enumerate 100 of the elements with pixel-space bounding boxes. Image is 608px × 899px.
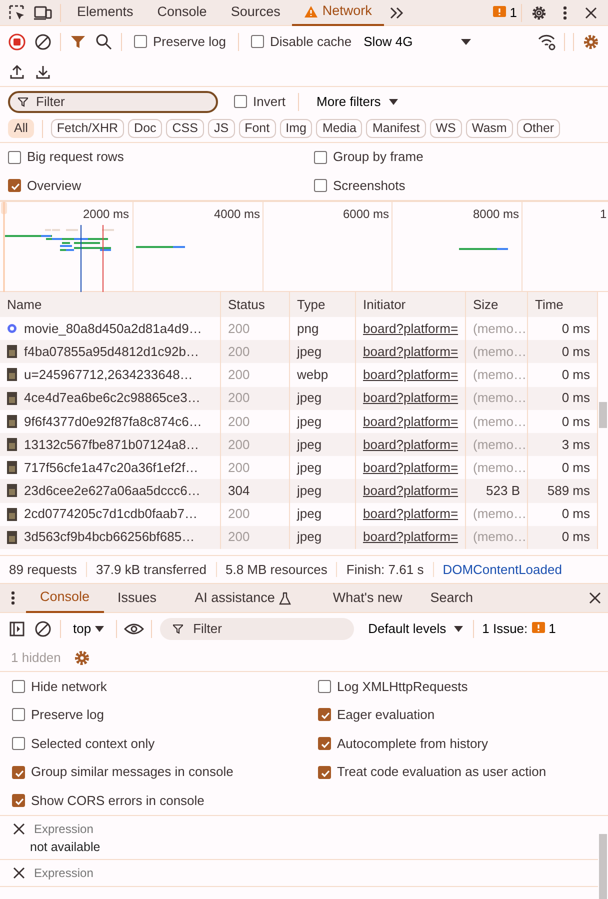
- type-filter[interactable]: All: [8, 119, 34, 138]
- drawer-tab[interactable]: Console: [26, 584, 104, 612]
- checkbox[interactable]: [314, 150, 327, 164]
- checkbox[interactable]: [250, 35, 264, 48]
- image-thumbnail-icon: [7, 508, 17, 521]
- column-header[interactable]: Time: [528, 292, 598, 317]
- dom-content-loaded-text: DOMContentLoaded: [442, 562, 563, 578]
- drawer-tab[interactable]: AI assistance: [170, 584, 319, 612]
- request-name[interactable]: 717f56cfe1a47c20a36f1ef2f…: [24, 460, 198, 476]
- initiator-link[interactable]: board?platform=: [363, 320, 458, 336]
- checkbox[interactable]: [318, 736, 331, 750]
- table-cell: (memo…: [466, 526, 528, 549]
- type-filter[interactable]: CSS: [166, 119, 204, 138]
- panel-tab[interactable]: Console: [145, 0, 219, 26]
- issue-icon: [492, 6, 506, 19]
- checkbox[interactable]: [318, 766, 331, 779]
- initiator-link[interactable]: board?platform=: [363, 414, 458, 430]
- column-header[interactable]: Status: [221, 292, 290, 317]
- initiator-link[interactable]: board?platform=: [363, 367, 458, 383]
- issue-icon: [532, 622, 545, 635]
- type-filter[interactable]: Manifest: [366, 119, 426, 138]
- checkbox-label: Autocomplete from history: [337, 736, 488, 752]
- context-dropdown[interactable]: top: [65, 620, 112, 638]
- table-cell: 589 ms: [528, 479, 598, 502]
- checkbox[interactable]: [134, 35, 147, 48]
- type-filter[interactable]: Media: [316, 119, 362, 138]
- type-filter[interactable]: Wasm: [466, 119, 513, 138]
- image-thumbnail-icon: [7, 392, 17, 405]
- checkbox[interactable]: [8, 179, 21, 192]
- table-cell: 0 ms: [528, 526, 598, 549]
- type-filter[interactable]: Fetch/XHR: [50, 119, 124, 138]
- column-header[interactable]: Name: [0, 292, 221, 317]
- table-cell: 0 ms: [528, 340, 598, 364]
- panel-tab[interactable]: Elements: [65, 0, 146, 26]
- scrollbar-thumb[interactable]: [599, 834, 607, 899]
- checkbox-label: Hide network: [31, 678, 107, 694]
- column-header[interactable]: Initiator: [356, 292, 466, 317]
- table-cell: 0 ms: [528, 386, 598, 410]
- checkbox-label: Disable cache: [270, 34, 352, 50]
- table-cell: jpeg: [290, 432, 356, 456]
- filter-field[interactable]: Filter: [8, 90, 218, 112]
- image-thumbnail-icon: [7, 484, 17, 498]
- checkbox[interactable]: [314, 179, 327, 192]
- expression-field[interactable]: Expression: [34, 822, 189, 836]
- time-tick-label: 6000 ms: [342, 207, 389, 222]
- table-cell: 200: [221, 526, 290, 549]
- log-levels-dropdown[interactable]: Default levels: [362, 620, 470, 638]
- checkbox[interactable]: [12, 708, 25, 722]
- column-header[interactable]: Size: [466, 292, 528, 317]
- checkbox[interactable]: [12, 766, 25, 779]
- request-name[interactable]: movie_80a8d450a2d81a4d9…: [24, 320, 202, 336]
- request-name[interactable]: u=245967712,2634233648…: [24, 367, 193, 383]
- table-cell: 200: [221, 386, 290, 410]
- drawer-tab[interactable]: Search: [416, 584, 487, 612]
- throttling-dropdown[interactable]: Slow 4G: [360, 32, 475, 50]
- logo-icon: [7, 322, 17, 336]
- checkbox[interactable]: [318, 708, 331, 722]
- initiator-link[interactable]: board?platform=: [363, 506, 458, 522]
- image-thumbnail-icon: [7, 368, 17, 382]
- table-cell: (memo…: [466, 340, 528, 364]
- checkbox[interactable]: [12, 680, 25, 693]
- type-filter[interactable]: Doc: [128, 119, 162, 138]
- type-filter[interactable]: JS: [208, 119, 235, 138]
- checkbox[interactable]: [12, 736, 25, 750]
- table-cell: jpeg: [290, 386, 356, 410]
- drawer-tab[interactable]: What's new: [318, 584, 416, 612]
- table-cell: 304: [221, 479, 290, 502]
- flask-icon: [278, 592, 291, 604]
- time-tick-label: 2000 ms: [82, 207, 129, 222]
- request-name[interactable]: 9f6f4377d0e92f87fa8c874c6…: [24, 414, 202, 430]
- scrollbar-thumb[interactable]: [599, 402, 607, 428]
- table-cell: 200: [221, 432, 290, 456]
- checkbox[interactable]: [318, 680, 331, 693]
- summary-text: 89 requests: [0, 562, 87, 578]
- drawer-tab[interactable]: Issues: [104, 584, 171, 612]
- checkbox[interactable]: [8, 150, 21, 164]
- checkbox[interactable]: [12, 794, 25, 808]
- issues-button[interactable]: 1 Issue: 1: [478, 620, 560, 638]
- caret-icon: [454, 626, 464, 632]
- checkbox[interactable]: [234, 95, 247, 108]
- initiator-link[interactable]: board?platform=: [363, 460, 458, 476]
- issues-button[interactable]: 1: [492, 0, 517, 26]
- checkbox-label: Invert: [253, 94, 286, 110]
- checkbox-label: Screenshots: [333, 178, 406, 194]
- checkbox-label: Big request rows: [27, 149, 124, 166]
- filter-icon: [173, 624, 184, 634]
- request-name[interactable]: 2cd0774205c7d1cdb0faab7…: [24, 506, 198, 522]
- checkbox-label: Show CORS errors in console: [31, 792, 204, 808]
- panel-tab[interactable]: Sources: [218, 0, 292, 26]
- type-filter[interactable]: Other: [516, 119, 560, 138]
- column-header[interactable]: Type: [290, 292, 356, 317]
- table-cell: jpeg: [290, 340, 356, 364]
- expression-field[interactable]: Expression: [34, 866, 189, 880]
- type-filter[interactable]: WS: [430, 119, 462, 138]
- panel-tab[interactable]: Network: [292, 0, 384, 26]
- more-filters-dropdown[interactable]: More filters: [310, 92, 404, 110]
- summary-text: 5.8 MB resources: [216, 562, 338, 578]
- type-filter[interactable]: Img: [280, 119, 312, 138]
- type-filter[interactable]: Font: [238, 119, 276, 138]
- console-filter-field[interactable]: Filter: [160, 618, 354, 640]
